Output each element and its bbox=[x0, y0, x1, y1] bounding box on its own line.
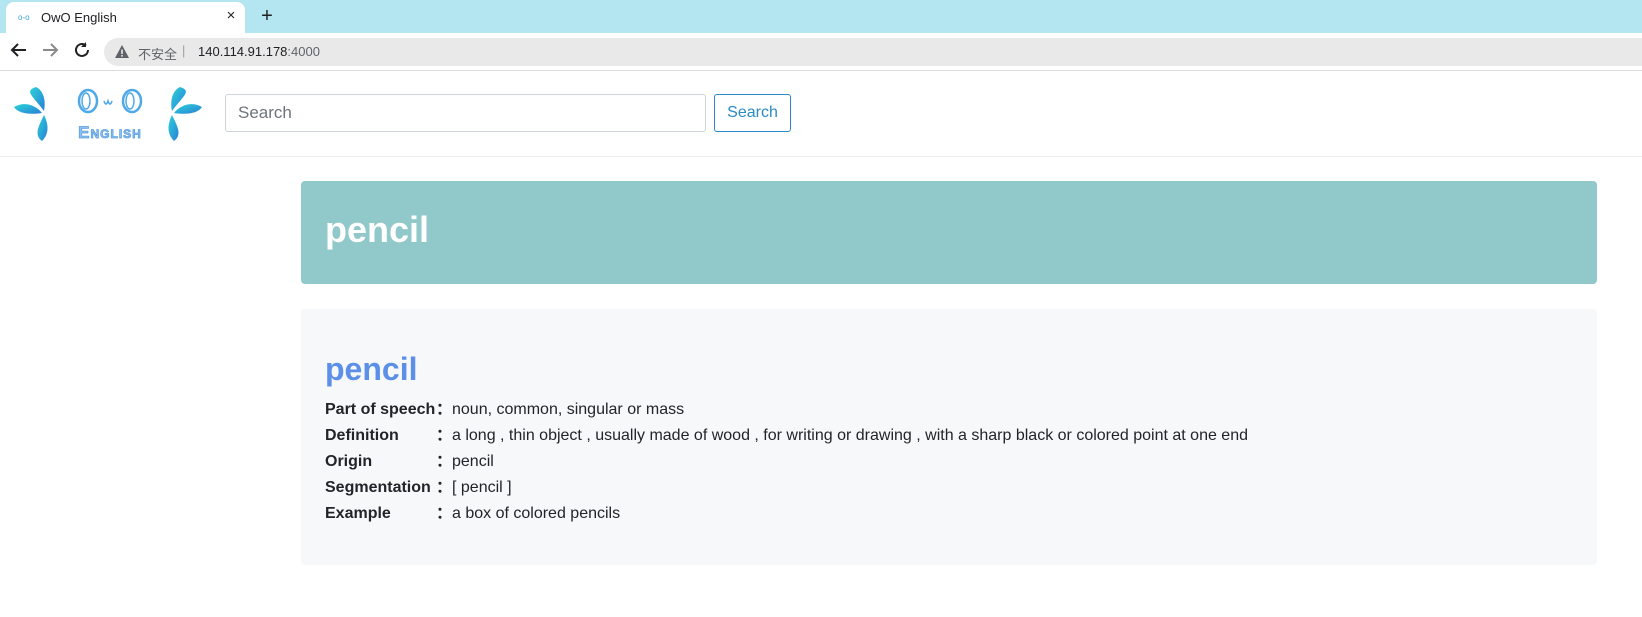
url-text[interactable]: 140.114.91.178:4000 bbox=[198, 44, 320, 59]
row-value: a long , thin object , usually made of w… bbox=[452, 427, 1248, 444]
security-status[interactable]: 不安全 bbox=[138, 44, 177, 63]
address-bar[interactable]: 不安全 | 140.114.91.178:4000 bbox=[104, 38, 1642, 66]
new-tab-icon[interactable]: + bbox=[256, 5, 278, 27]
tab-title: OwO English bbox=[41, 10, 117, 25]
site-navbar: English Search bbox=[0, 71, 1642, 157]
entry-word: pencil bbox=[325, 351, 418, 387]
row-colon: ： bbox=[436, 427, 453, 444]
logo-text: English bbox=[78, 123, 142, 142]
row-label: Segmentation bbox=[325, 479, 431, 496]
forward-arrow-icon[interactable] bbox=[39, 41, 61, 63]
url-port: :4000 bbox=[287, 44, 320, 59]
row-label: Example bbox=[325, 505, 391, 522]
row-label: Part of speech bbox=[325, 401, 436, 418]
row-colon: ： bbox=[436, 401, 453, 418]
definition-card: pencil Part of speech ： noun, common, si… bbox=[301, 309, 1597, 565]
browser-toolbar: 不安全 | 140.114.91.178:4000 bbox=[0, 33, 1642, 71]
row-value: noun, common, singular or mass bbox=[452, 401, 685, 418]
row-label: Origin bbox=[325, 453, 373, 470]
reload-icon[interactable] bbox=[71, 41, 93, 63]
row-value: a box of colored pencils bbox=[452, 505, 621, 522]
close-tab-icon[interactable]: × bbox=[222, 7, 240, 25]
owo-english-logo[interactable]: English bbox=[14, 85, 204, 143]
back-arrow-icon[interactable] bbox=[8, 41, 30, 63]
address-separator: | bbox=[182, 43, 186, 58]
word-hero-banner: pencil bbox=[301, 181, 1597, 284]
browser-tab[interactable]: o-o OwO English × bbox=[6, 2, 245, 33]
favicon-icon: o-o bbox=[18, 13, 30, 22]
row-value: pencil bbox=[452, 453, 494, 470]
search-button[interactable]: Search bbox=[714, 94, 791, 132]
row-value: [ pencil ] bbox=[452, 479, 512, 496]
url-host: 140.114.91.178 bbox=[198, 44, 288, 59]
warning-icon[interactable] bbox=[114, 44, 130, 60]
browser-tab-strip: o-o OwO English × + bbox=[0, 0, 1642, 33]
row-colon: ： bbox=[436, 453, 453, 470]
search-input[interactable] bbox=[225, 94, 706, 132]
row-label: Definition bbox=[325, 427, 399, 444]
row-colon: ： bbox=[436, 505, 453, 522]
row-colon: ： bbox=[436, 479, 453, 496]
hero-word-title: pencil bbox=[325, 209, 430, 250]
